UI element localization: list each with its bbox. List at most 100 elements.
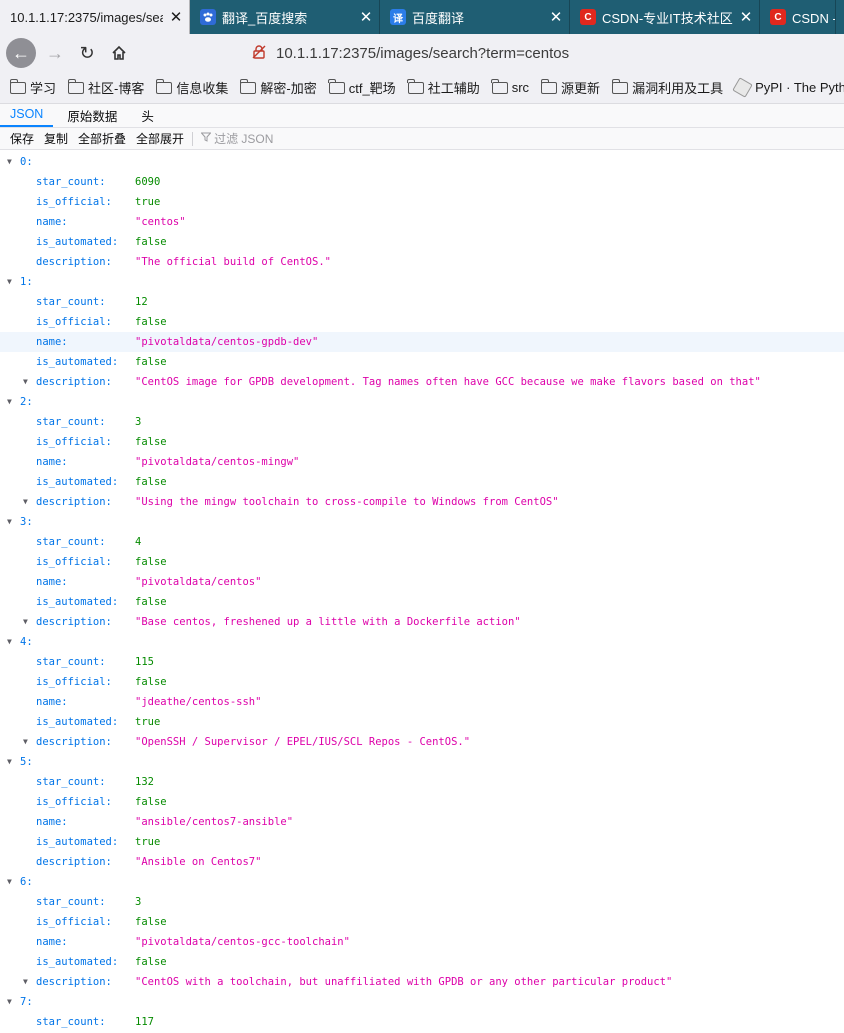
- json-property-row[interactable]: is_automated: false: [0, 352, 844, 372]
- property-value: "CentOS with a toolchain, but unaffiliat…: [135, 976, 673, 988]
- expand-triangle-icon[interactable]: ▼: [7, 152, 17, 172]
- expand-triangle-icon[interactable]: ▼: [23, 732, 33, 752]
- json-property-row[interactable]: star_count: 6090: [0, 172, 844, 192]
- copy-button[interactable]: 复制: [44, 130, 68, 147]
- bookmark-item[interactable]: 源更新: [540, 78, 600, 97]
- json-property-row[interactable]: star_count: 12: [0, 292, 844, 312]
- json-property-row[interactable]: star_count: 132: [0, 772, 844, 792]
- json-property-row[interactable]: is_official: false: [0, 912, 844, 932]
- json-property-row[interactable]: is_official: true: [0, 192, 844, 212]
- close-tab-icon[interactable]: ✕: [543, 8, 569, 26]
- json-property-row[interactable]: ▼ description: "CentOS with a toolchain, b…: [0, 972, 844, 992]
- json-property-row[interactable]: name: "pivotaldata/centos": [0, 572, 844, 592]
- json-array-index-row[interactable]: ▼ 0:: [0, 152, 844, 172]
- expand-triangle-icon[interactable]: ▼: [23, 372, 33, 392]
- filter-json-input[interactable]: 过滤 JSON: [200, 130, 273, 147]
- bookmark-item[interactable]: ctf_靶场: [328, 78, 396, 97]
- json-array-index-row[interactable]: ▼ 5:: [0, 752, 844, 772]
- close-tab-icon[interactable]: ✕: [353, 8, 379, 26]
- bookmark-label: PyPI · The Python Pa: [755, 80, 844, 95]
- bookmark-item[interactable]: src: [491, 78, 529, 95]
- json-property-row[interactable]: name: "pivotaldata/centos-mingw": [0, 452, 844, 472]
- tab-headers[interactable]: 头: [131, 103, 164, 127]
- json-array-index-row[interactable]: ▼ 1:: [0, 272, 844, 292]
- json-property-row[interactable]: is_official: false: [0, 672, 844, 692]
- close-tab-icon[interactable]: ✕: [163, 8, 189, 26]
- json-property-row[interactable]: is_automated: false: [0, 592, 844, 612]
- expand-triangle-icon[interactable]: ▼: [7, 272, 17, 292]
- json-property-row[interactable]: name: "centos": [0, 212, 844, 232]
- insecure-lock-icon[interactable]: [252, 44, 270, 62]
- browser-tab[interactable]: 译百度翻译 ✕: [380, 0, 570, 34]
- reload-icon[interactable]: ↻: [72, 38, 102, 68]
- property-value: false: [135, 796, 167, 808]
- browser-tab[interactable]: C CSDN - 专: [760, 0, 836, 34]
- bookmark-label: 社工辅助: [427, 81, 480, 96]
- json-property-row[interactable]: star_count: 115: [0, 652, 844, 672]
- json-property-row[interactable]: is_automated: false: [0, 472, 844, 492]
- browser-tab[interactable]: C CSDN-专业IT技术社区- ✕: [570, 0, 760, 34]
- expand-triangle-icon[interactable]: ▼: [23, 972, 33, 992]
- tab-json[interactable]: JSON: [0, 103, 54, 127]
- json-property-row[interactable]: is_automated: true: [0, 832, 844, 852]
- json-property-row[interactable]: is_official: false: [0, 432, 844, 452]
- url-bar[interactable]: 10.1.1.17:2375/images/search?term=centos: [252, 38, 844, 68]
- close-tab-icon[interactable]: ✕: [733, 8, 759, 26]
- expand-triangle-icon[interactable]: ▼: [23, 612, 33, 632]
- json-property-row[interactable]: is_official: false: [0, 552, 844, 572]
- json-array-index-row[interactable]: ▼ 7:: [0, 992, 844, 1012]
- json-property-row[interactable]: ▼ description: "CentOS image for GPDB deve…: [0, 372, 844, 392]
- browser-tab[interactable]: 翻译_百度搜索 ✕: [190, 0, 380, 34]
- tab-title: 百度翻译: [412, 10, 465, 26]
- expand-triangle-icon[interactable]: ▼: [7, 392, 17, 412]
- json-property-row[interactable]: is_automated: false: [0, 232, 844, 252]
- bookmark-item[interactable]: 漏洞利用及工具: [611, 78, 723, 97]
- json-property-row[interactable]: ▼ description: "Using the mingw toolchain …: [0, 492, 844, 512]
- json-property-row[interactable]: name: "ansible/centos7-ansible": [0, 812, 844, 832]
- json-property-row[interactable]: is_official: false: [0, 792, 844, 812]
- bookmark-item[interactable]: PyPI · The Python Pa: [732, 77, 844, 98]
- json-property-row[interactable]: name: "pivotaldata/centos-gpdb-dev": [0, 332, 844, 352]
- expand-triangle-icon[interactable]: ▼: [7, 872, 17, 892]
- expand-triangle-icon[interactable]: ▼: [7, 632, 17, 652]
- expand-triangle-icon[interactable]: ▼: [23, 492, 33, 512]
- json-property-row[interactable]: star_count: 4: [0, 532, 844, 552]
- json-array-index-row[interactable]: ▼ 3:: [0, 512, 844, 532]
- bookmark-item[interactable]: 解密-加密: [239, 78, 317, 97]
- collapse-all-button[interactable]: 全部折叠: [78, 130, 126, 147]
- property-key: is_automated:: [36, 836, 119, 848]
- forward-arrow-icon[interactable]: →: [40, 38, 70, 68]
- json-property-row[interactable]: is_official: false: [0, 312, 844, 332]
- expand-triangle-icon[interactable]: ▼: [7, 752, 17, 772]
- save-button[interactable]: 保存: [10, 130, 34, 147]
- expand-all-button[interactable]: 全部展开: [136, 130, 184, 147]
- json-property-row[interactable]: is_automated: true: [0, 712, 844, 732]
- back-arrow-icon[interactable]: ←: [6, 38, 36, 68]
- json-array-index-row[interactable]: ▼ 6:: [0, 872, 844, 892]
- property-value: "centos": [135, 216, 186, 228]
- url-text[interactable]: 10.1.1.17:2375/images/search?term=centos: [276, 45, 569, 62]
- json-property-row[interactable]: description: "Ansible on Centos7": [0, 852, 844, 872]
- json-property-row[interactable]: description: "The official build of CentO…: [0, 252, 844, 272]
- json-property-row[interactable]: star_count: 3: [0, 412, 844, 432]
- bookmark-item[interactable]: 社工辅助: [407, 78, 480, 97]
- json-property-row[interactable]: name: "jdeathe/centos-ssh": [0, 692, 844, 712]
- bookmark-item[interactable]: 信息收集: [155, 78, 228, 97]
- json-property-row[interactable]: star_count: 117: [0, 1012, 844, 1032]
- bookmark-item[interactable]: 学习: [9, 78, 56, 97]
- json-property-row[interactable]: ▼ description: "Base centos, freshened up …: [0, 612, 844, 632]
- expand-triangle-icon[interactable]: ▼: [7, 512, 17, 532]
- json-property-row[interactable]: star_count: 3: [0, 892, 844, 912]
- json-array-index-row[interactable]: ▼ 2:: [0, 392, 844, 412]
- property-key: is_automated:: [36, 716, 119, 728]
- tab-raw-data[interactable]: 原始数据: [57, 103, 127, 127]
- json-property-row[interactable]: name: "pivotaldata/centos-gcc-toolchain": [0, 932, 844, 952]
- json-property-row[interactable]: is_automated: false: [0, 952, 844, 972]
- json-array-index-row[interactable]: ▼ 4:: [0, 632, 844, 652]
- property-key: description:: [36, 496, 112, 508]
- home-icon[interactable]: [104, 38, 134, 68]
- json-property-row[interactable]: ▼ description: "OpenSSH / Supervisor / EPE…: [0, 732, 844, 752]
- browser-tab[interactable]: 10.1.1.17:2375/images/search?term=centos…: [0, 0, 190, 34]
- bookmark-item[interactable]: 社区-博客: [67, 78, 144, 97]
- expand-triangle-icon[interactable]: ▼: [7, 992, 17, 1012]
